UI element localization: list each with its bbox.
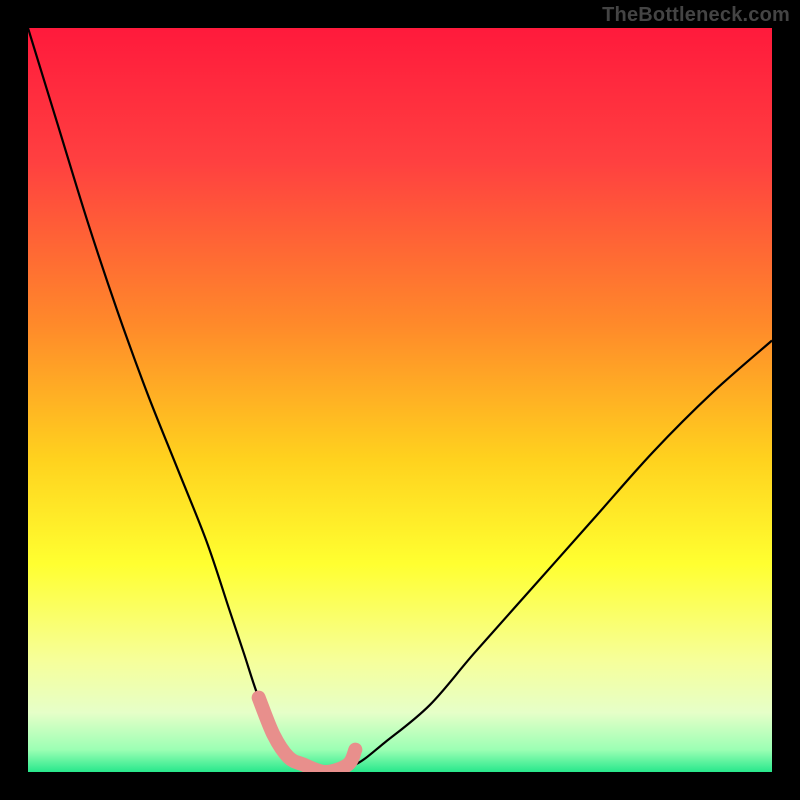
chart-frame: TheBottleneck.com: [0, 0, 800, 800]
plot-area: [28, 28, 772, 772]
gradient-background: [28, 28, 772, 772]
watermark-text: TheBottleneck.com: [602, 4, 790, 27]
bottleneck-chart: [28, 28, 772, 772]
